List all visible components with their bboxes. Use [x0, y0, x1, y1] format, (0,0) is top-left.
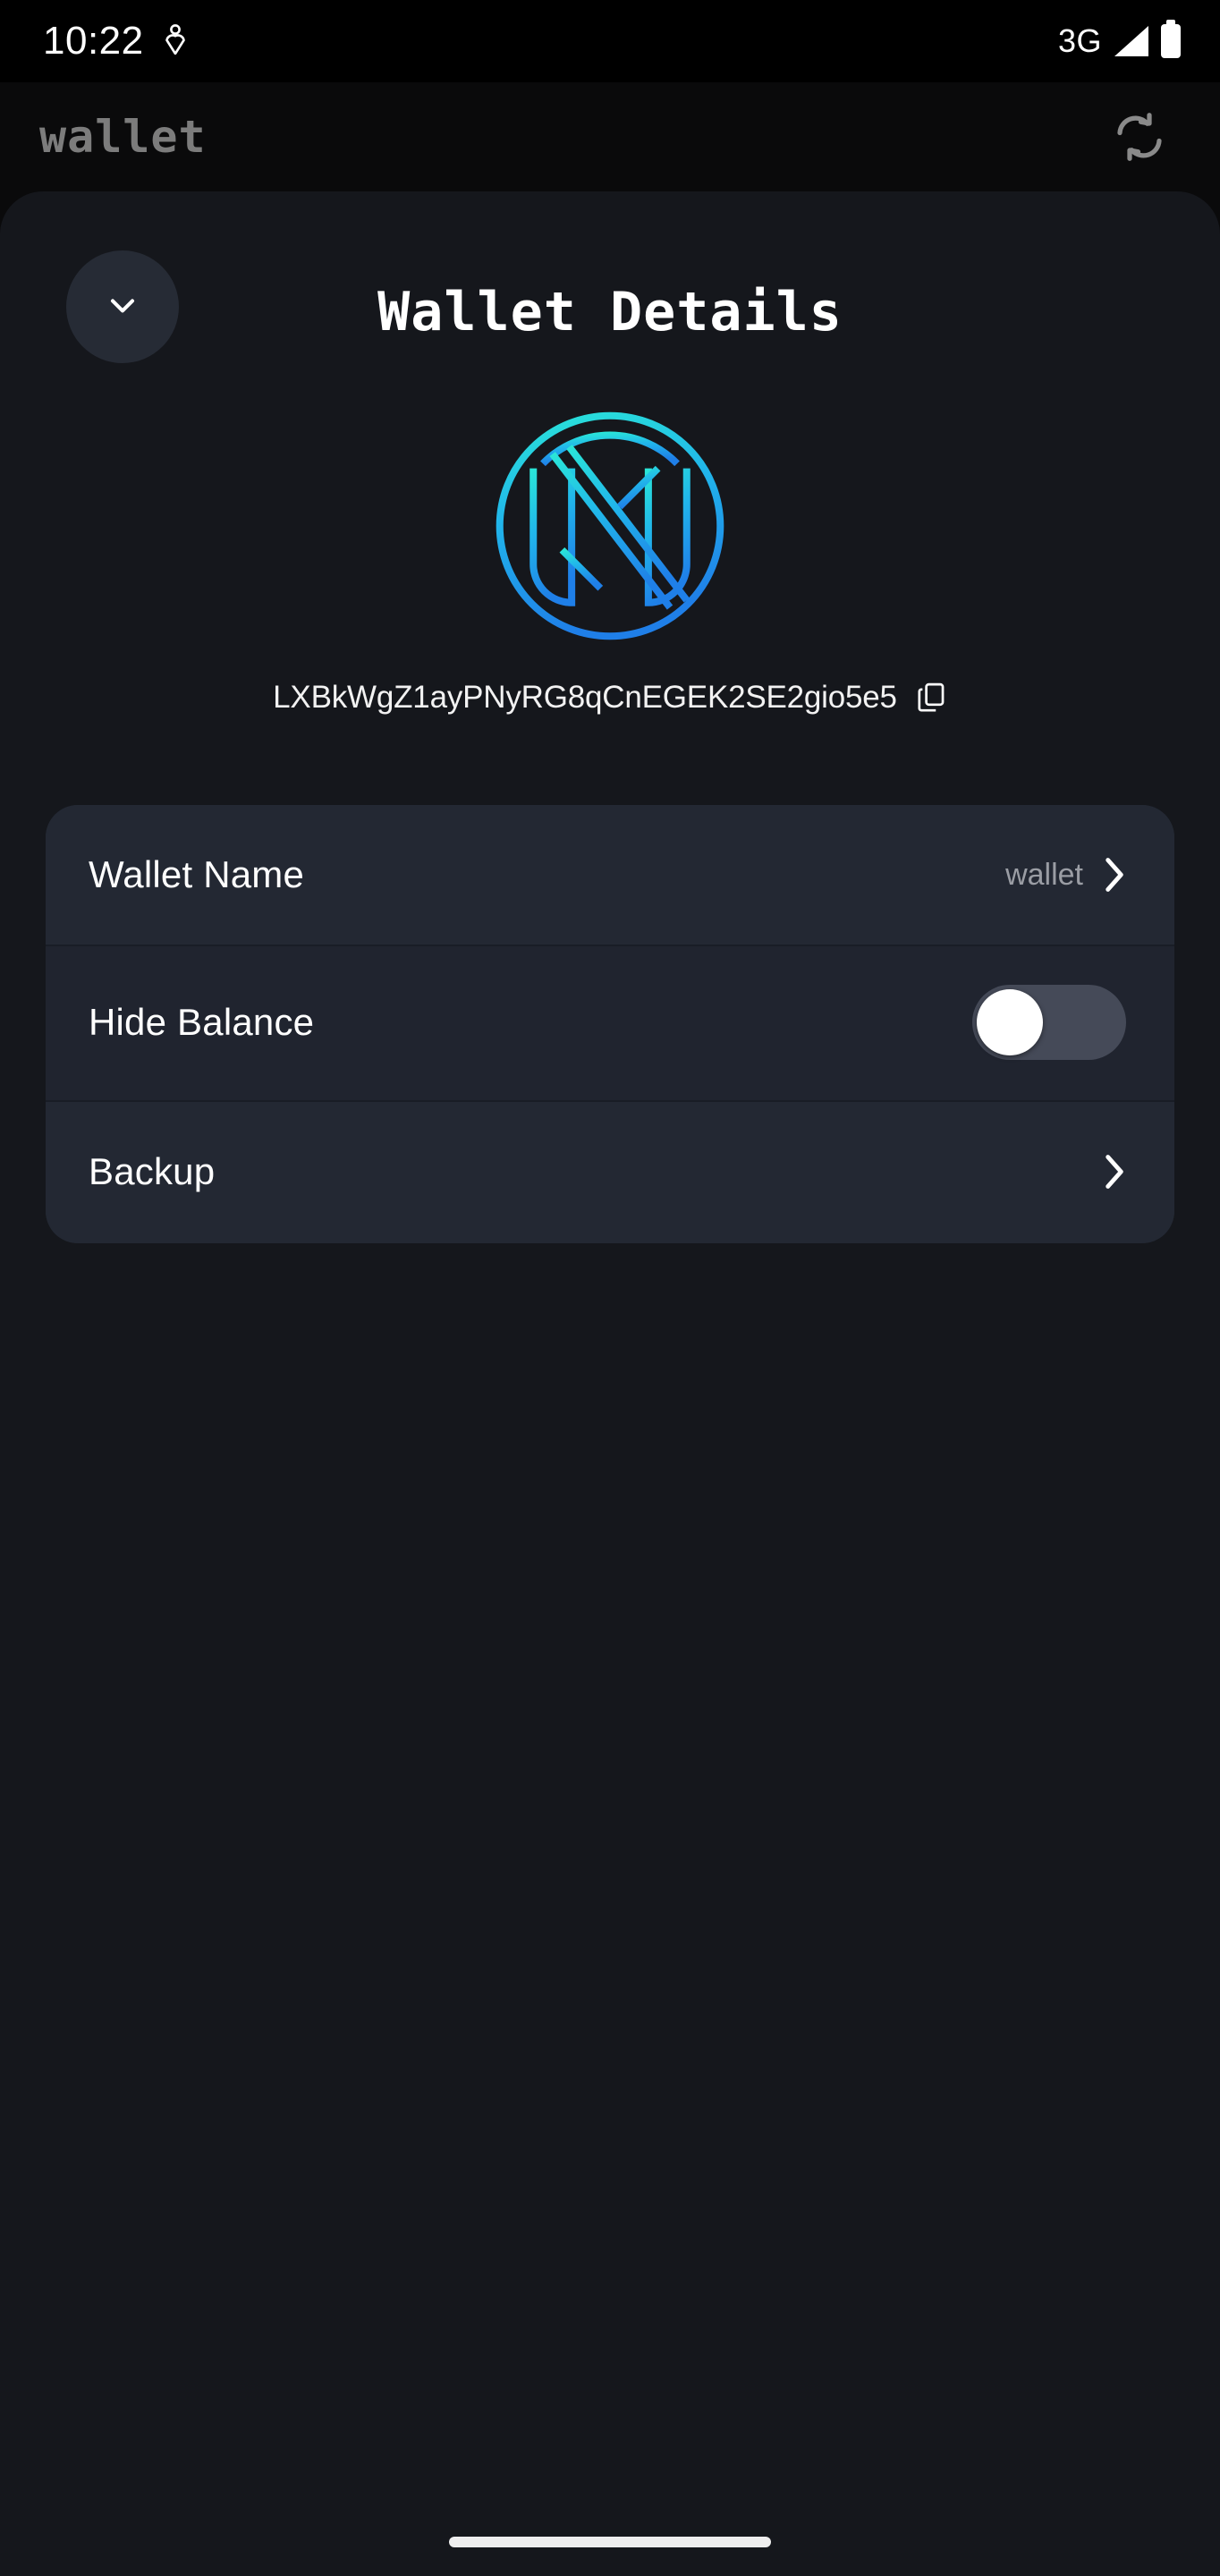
row-divider [46, 945, 1174, 946]
page-title: Wallet Details [377, 281, 843, 343]
settings-row-backup[interactable]: Backup [46, 1100, 1174, 1243]
settings-card: Wallet Name wallet Hide Balance Backup [46, 805, 1174, 1243]
row-accessory: wallet [1005, 855, 1126, 894]
row-label: Hide Balance [89, 1001, 315, 1043]
status-bar-left: 10:22 [43, 19, 187, 64]
copy-icon[interactable] [917, 681, 947, 715]
status-bar: 10:22 3G [0, 0, 1220, 82]
chevron-right-icon[interactable] [1103, 855, 1126, 894]
wallet-name-value: wallet [1005, 857, 1083, 892]
wallet-logo-container [0, 406, 1220, 646]
page-header: Wallet Details [0, 191, 1220, 379]
wallet-address-row[interactable]: LXBkWgZ1ayPNyRG8qCnEGEK2SE2gio5e5 [0, 680, 1220, 716]
row-divider [46, 1100, 1174, 1102]
signal-bars-icon [1114, 26, 1148, 56]
status-bar-right: 3G [1057, 20, 1181, 60]
app-title: wallet [39, 111, 207, 163]
hide-balance-toggle[interactable] [972, 985, 1126, 1060]
row-label: Wallet Name [89, 853, 305, 895]
status-time: 10:22 [43, 19, 144, 63]
settings-row-hide-balance[interactable]: Hide Balance [46, 945, 1174, 1100]
wallet-address: LXBkWgZ1ayPNyRG8qCnEGEK2SE2gio5e5 [273, 680, 897, 715]
app-bar: wallet [0, 82, 1220, 191]
content-sheet: Wallet Details LXBkWgZ1ayPNyRG8qCnEGEK2S… [0, 191, 1220, 2576]
wallet-monogram-logo [490, 406, 730, 646]
toggle-knob [977, 989, 1043, 1055]
phone-screen: 10:22 3G wallet Wallet Details LXBkWgZ1a… [0, 0, 1220, 2576]
settings-row-wallet-name[interactable]: Wallet Name wallet [46, 805, 1174, 945]
row-label: Backup [89, 1150, 216, 1192]
location-heart-icon [164, 23, 187, 59]
battery-full-icon [1161, 20, 1181, 58]
refresh-sync-icon[interactable] [1106, 103, 1173, 171]
chevron-right-icon[interactable] [1103, 1152, 1126, 1191]
home-indicator[interactable] [449, 2537, 771, 2547]
network-label: 3G [1057, 22, 1102, 59]
